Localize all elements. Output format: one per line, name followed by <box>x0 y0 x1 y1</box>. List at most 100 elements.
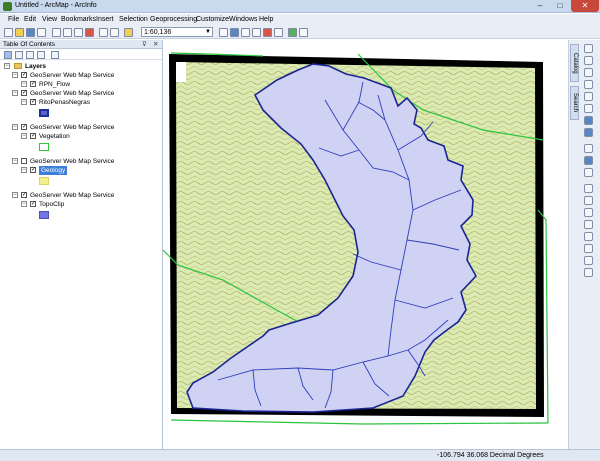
toc-options-icon[interactable] <box>51 51 59 59</box>
collapse-icon[interactable]: − <box>21 133 27 139</box>
help-whats-this-icon[interactable] <box>299 28 308 37</box>
service-row[interactable]: − ✓ GeoServer Web Map Service <box>12 89 162 98</box>
open-icon[interactable] <box>15 28 24 37</box>
collapse-icon[interactable]: − <box>21 81 27 87</box>
collapse-icon[interactable]: − <box>12 72 18 78</box>
model-builder-icon[interactable] <box>288 28 297 37</box>
identify-icon[interactable] <box>584 156 593 165</box>
map-display[interactable] <box>162 40 568 449</box>
service-row[interactable]: − ✓ GeoServer Web Map Service <box>12 123 162 132</box>
select-features-icon[interactable] <box>584 144 593 153</box>
layer-row[interactable]: − ✓ RPN_Flow <box>21 80 161 89</box>
time-slider-icon[interactable] <box>584 268 593 277</box>
visibility-checkbox[interactable]: ✓ <box>30 133 36 139</box>
pan-icon[interactable] <box>584 68 593 77</box>
paste-icon[interactable] <box>74 28 83 37</box>
visibility-checkbox[interactable]: ✓ <box>21 124 27 130</box>
zoom-in-icon[interactable] <box>584 44 593 53</box>
hyperlink-icon[interactable] <box>584 244 593 253</box>
catalog-window-icon[interactable] <box>241 28 250 37</box>
toc-close-icon[interactable]: ✕ <box>153 40 158 48</box>
find-icon[interactable] <box>584 196 593 205</box>
tree-root-layers[interactable]: − Layers <box>4 62 154 71</box>
visibility-checkbox[interactable]: ✓ <box>30 99 36 105</box>
layer-row[interactable]: − ✓ RitoPenasNegras <box>21 98 161 107</box>
measure-icon[interactable] <box>584 232 593 241</box>
catalog-tab-label: Catalog <box>572 52 578 74</box>
visibility-checkbox[interactable]: ✓ <box>30 201 36 207</box>
menu-geoprocessing[interactable]: Geoprocessing <box>150 16 197 23</box>
collapse-icon[interactable]: − <box>21 167 27 173</box>
fixed-zoom-in-icon[interactable] <box>584 92 593 101</box>
goto-xy-icon[interactable] <box>584 220 593 229</box>
search-window-icon[interactable] <box>252 28 261 37</box>
toc-autohide-icon[interactable]: ⊽ <box>142 40 147 48</box>
close-button[interactable]: ✕ <box>571 0 599 12</box>
map-canvas[interactable] <box>162 40 568 449</box>
layer-row[interactable]: − ✓ TopoClip <box>21 200 161 209</box>
maximize-button[interactable]: □ <box>550 0 570 12</box>
python-window-icon[interactable] <box>274 28 283 37</box>
visibility-checkbox[interactable]: ✓ <box>21 90 27 96</box>
forward-extent-icon[interactable] <box>584 128 593 137</box>
search-tab-label: Search <box>572 93 578 113</box>
fixed-zoom-out-icon[interactable] <box>584 104 593 113</box>
collapse-icon[interactable]: − <box>12 90 18 96</box>
collapse-icon[interactable]: − <box>12 192 18 198</box>
new-document-icon[interactable] <box>4 28 13 37</box>
toc-window-icon[interactable] <box>230 28 239 37</box>
menu-customize[interactable]: Customize <box>196 16 229 23</box>
menu-insert[interactable]: Insert <box>96 16 114 23</box>
menu-edit[interactable]: Edit <box>24 16 36 23</box>
full-extent-icon[interactable] <box>584 80 593 89</box>
menu-selection[interactable]: Selection <box>119 16 148 23</box>
chevron-down-icon: ▼ <box>205 29 211 35</box>
visibility-checkbox[interactable]: ✓ <box>30 167 36 173</box>
collapse-icon[interactable]: − <box>21 99 27 105</box>
layer-row[interactable]: − ✓ Vegetation <box>21 132 161 141</box>
list-by-source-icon[interactable] <box>15 51 23 59</box>
search-tab[interactable]: Search <box>570 86 579 120</box>
print-icon[interactable] <box>37 28 46 37</box>
add-data-icon[interactable] <box>124 28 133 37</box>
menu-help[interactable]: Help <box>259 16 273 23</box>
menu-file[interactable]: File <box>8 16 19 23</box>
redo-icon[interactable] <box>110 28 119 37</box>
delete-icon[interactable] <box>85 28 94 37</box>
find-route-icon[interactable] <box>584 208 593 217</box>
cut-icon[interactable] <box>52 28 61 37</box>
visibility-checkbox[interactable]: ✓ <box>21 192 27 198</box>
collapse-icon[interactable]: − <box>21 201 27 207</box>
back-extent-icon[interactable] <box>584 116 593 125</box>
html-popup-icon[interactable] <box>584 184 593 193</box>
copy-icon[interactable] <box>63 28 72 37</box>
list-by-visibility-icon[interactable] <box>26 51 34 59</box>
visibility-checkbox[interactable]: ✓ <box>30 81 36 87</box>
service-row[interactable]: − ✓ GeoServer Web Map Service <box>12 71 162 80</box>
catalog-tab[interactable]: Catalog <box>570 44 579 82</box>
visibility-checkbox[interactable] <box>21 158 27 164</box>
save-icon[interactable] <box>26 28 35 37</box>
swipe-icon[interactable] <box>584 256 593 265</box>
menu-bookmarks[interactable]: Bookmarks <box>61 16 96 23</box>
layer-label: RitoPenasNegras <box>39 99 90 106</box>
service-row[interactable]: − GeoServer Web Map Service <box>12 157 162 166</box>
arctoolbox-icon[interactable] <box>263 28 272 37</box>
list-by-selection-icon[interactable] <box>37 51 45 59</box>
map-scale-dropdown[interactable]: 1:60,136 ▼ <box>141 27 213 37</box>
collapse-icon[interactable]: − <box>4 63 10 69</box>
list-by-drawing-order-icon[interactable] <box>4 51 12 59</box>
collapse-icon[interactable]: − <box>12 124 18 130</box>
layer-row[interactable]: − ✓ Geology <box>21 166 161 175</box>
collapse-icon[interactable]: − <box>12 158 18 164</box>
menu-windows[interactable]: Windows <box>229 16 257 23</box>
zoom-out-icon[interactable] <box>584 56 593 65</box>
visibility-checkbox[interactable]: ✓ <box>21 72 27 78</box>
select-elements-icon[interactable] <box>584 168 593 177</box>
service-row[interactable]: − ✓ GeoServer Web Map Service <box>12 191 162 200</box>
minimize-button[interactable]: – <box>530 0 550 12</box>
menu-view[interactable]: View <box>42 16 57 23</box>
layer-label-selected[interactable]: Geology <box>39 166 68 175</box>
undo-icon[interactable] <box>99 28 108 37</box>
editor-toolbar-icon[interactable] <box>219 28 228 37</box>
